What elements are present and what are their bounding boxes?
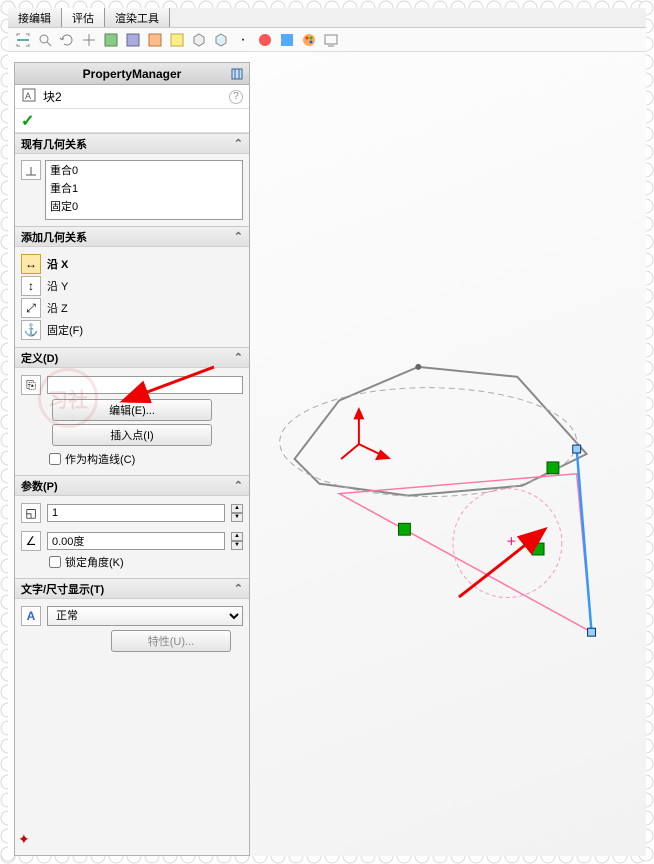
origin-icon: ✦ bbox=[18, 831, 30, 848]
section-view-icon[interactable] bbox=[102, 31, 120, 49]
zoom-fit-icon[interactable] bbox=[14, 31, 32, 49]
view-toolbar: · bbox=[8, 28, 646, 52]
scene-icon[interactable] bbox=[278, 31, 296, 49]
appearance-icon[interactable] bbox=[256, 31, 274, 49]
rotate-view-icon[interactable] bbox=[58, 31, 76, 49]
graphics-canvas[interactable] bbox=[250, 52, 646, 856]
ribbon-tabs: 接编辑 评估 渲染工具 bbox=[8, 8, 646, 28]
screen-icon[interactable] bbox=[322, 31, 340, 49]
palette-icon[interactable] bbox=[300, 31, 318, 49]
view-orient-icon[interactable] bbox=[124, 31, 142, 49]
app-frame: 接编辑 评估 渲染工具 · PropertyManager A 块2 bbox=[8, 8, 646, 856]
display-style-icon[interactable] bbox=[146, 31, 164, 49]
pan-icon[interactable] bbox=[80, 31, 98, 49]
tab-render[interactable]: 渲染工具 bbox=[105, 8, 170, 27]
hide-show-icon[interactable] bbox=[168, 31, 186, 49]
sep1: · bbox=[234, 31, 252, 49]
tab-evaluate[interactable]: 评估 bbox=[62, 8, 105, 27]
annotation-arrows bbox=[14, 52, 654, 832]
zoom-area-icon[interactable] bbox=[36, 31, 54, 49]
tab-edit[interactable]: 接编辑 bbox=[8, 8, 62, 27]
iso2-icon[interactable] bbox=[212, 31, 230, 49]
iso-icon[interactable] bbox=[190, 31, 208, 49]
